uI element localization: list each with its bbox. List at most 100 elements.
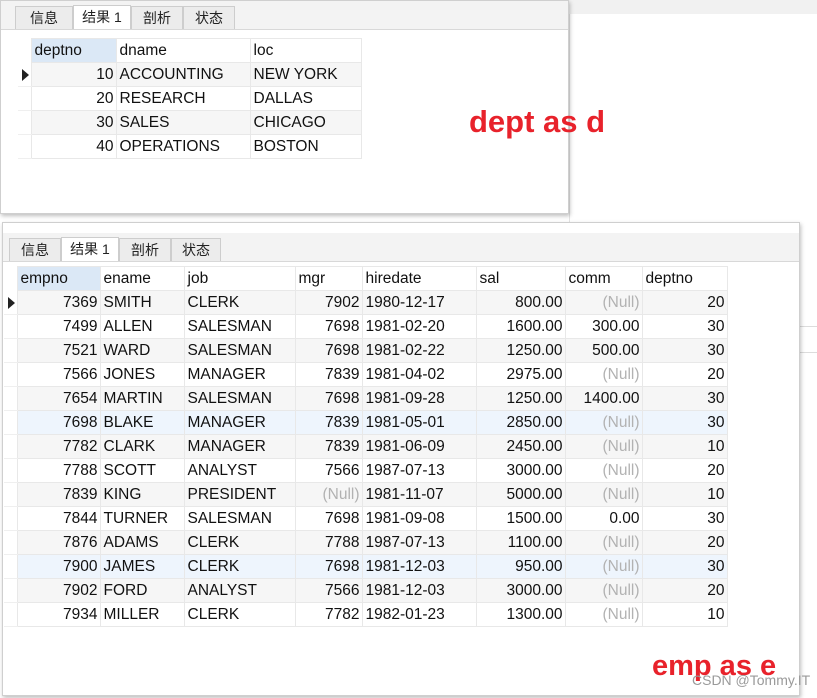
row-indicator[interactable] <box>4 482 18 507</box>
row-indicator[interactable] <box>4 386 18 411</box>
cell-mgr[interactable]: 7782 <box>294 602 363 627</box>
cell-empno[interactable]: 7521 <box>16 338 101 363</box>
cell-comm[interactable]: (Null) <box>564 458 643 483</box>
cell-mgr[interactable]: 7698 <box>294 314 363 339</box>
cell-job[interactable]: SALESMAN <box>183 386 296 411</box>
row-indicator[interactable] <box>4 338 18 363</box>
cell-empno[interactable]: 7788 <box>16 458 101 483</box>
column-header-dname[interactable]: dname <box>115 38 251 63</box>
cell-hiredate[interactable]: 1980-12-17 <box>361 290 477 315</box>
cell-mgr[interactable]: 7698 <box>294 386 363 411</box>
cell-sal[interactable]: 1250.00 <box>475 338 566 363</box>
table-row[interactable]: 7566 JONES MANAGER 7839 1981-04-02 2975.00 (Nu… <box>4 362 728 387</box>
cell-deptno[interactable]: 10 <box>641 602 728 627</box>
table-row[interactable]: 7876 ADAMS CLERK 7788 1987-07-13 1100.00 (Null… <box>4 530 728 555</box>
cell-dname[interactable]: OPERATIONS <box>115 134 251 159</box>
cell-deptno[interactable]: 30 <box>641 338 728 363</box>
cell-loc[interactable]: NEW YORK <box>249 62 362 87</box>
cell-ename[interactable]: JONES <box>99 362 185 387</box>
cell-empno[interactable]: 7782 <box>16 434 101 459</box>
row-indicator[interactable] <box>4 458 18 483</box>
cell-deptno[interactable]: 10 <box>30 62 117 87</box>
cell-sal[interactable]: 5000.00 <box>475 482 566 507</box>
row-indicator[interactable] <box>4 314 18 339</box>
cell-comm[interactable]: 300.00 <box>564 314 643 339</box>
cell-job[interactable]: SALESMAN <box>183 314 296 339</box>
cell-job[interactable]: MANAGER <box>183 362 296 387</box>
row-indicator[interactable] <box>18 86 32 111</box>
cell-empno[interactable]: 7902 <box>16 578 101 603</box>
cell-dname[interactable]: ACCOUNTING <box>115 62 251 87</box>
cell-deptno[interactable]: 30 <box>641 410 728 435</box>
cell-ename[interactable]: SMITH <box>99 290 185 315</box>
row-indicator[interactable] <box>4 290 18 315</box>
cell-sal[interactable]: 950.00 <box>475 554 566 579</box>
cell-deptno[interactable]: 20 <box>641 578 728 603</box>
table-row[interactable]: 30 SALES CHICAGO <box>18 110 362 135</box>
cell-hiredate[interactable]: 1987-07-13 <box>361 530 477 555</box>
cell-sal[interactable]: 2850.00 <box>475 410 566 435</box>
cell-empno[interactable]: 7499 <box>16 314 101 339</box>
cell-job[interactable]: SALESMAN <box>183 506 296 531</box>
cell-comm[interactable]: (Null) <box>564 554 643 579</box>
cell-empno[interactable]: 7934 <box>16 602 101 627</box>
cell-comm[interactable]: (Null) <box>564 602 643 627</box>
cell-job[interactable]: MANAGER <box>183 410 296 435</box>
cell-empno[interactable]: 7900 <box>16 554 101 579</box>
emp-data-grid[interactable]: empno ename job mgr hiredate sal comm de… <box>4 266 728 627</box>
cell-deptno[interactable]: 30 <box>641 386 728 411</box>
row-indicator[interactable] <box>4 602 18 627</box>
cell-job[interactable]: MANAGER <box>183 434 296 459</box>
cell-hiredate[interactable]: 1982-01-23 <box>361 602 477 627</box>
cell-sal[interactable]: 1600.00 <box>475 314 566 339</box>
cell-hiredate[interactable]: 1981-09-08 <box>361 506 477 531</box>
cell-comm[interactable]: (Null) <box>564 434 643 459</box>
cell-deptno[interactable]: 20 <box>641 290 728 315</box>
cell-mgr[interactable]: 7566 <box>294 458 363 483</box>
cell-comm[interactable]: (Null) <box>564 410 643 435</box>
cell-empno[interactable]: 7839 <box>16 482 101 507</box>
cell-hiredate[interactable]: 1981-04-02 <box>361 362 477 387</box>
table-row[interactable]: 7900 JAMES CLERK 7698 1981-12-03 950.00 (Null)… <box>4 554 728 579</box>
cell-deptno[interactable]: 30 <box>641 314 728 339</box>
cell-comm[interactable]: 500.00 <box>564 338 643 363</box>
row-indicator[interactable] <box>4 554 18 579</box>
column-header-comm[interactable]: comm <box>564 266 643 291</box>
table-row[interactable]: 7839 KING PRESIDENT (Null) 1981-11-07 5000.00… <box>4 482 728 507</box>
cell-sal[interactable]: 1100.00 <box>475 530 566 555</box>
cell-hiredate[interactable]: 1981-02-20 <box>361 314 477 339</box>
row-indicator[interactable] <box>4 506 18 531</box>
column-header-hiredate[interactable]: hiredate <box>361 266 477 291</box>
cell-mgr[interactable]: 7788 <box>294 530 363 555</box>
tab-result-1[interactable]: 结果 1 <box>73 5 131 29</box>
tab-info[interactable]: 信息 <box>9 238 61 261</box>
table-row[interactable]: 7902 FORD ANALYST 7566 1981-12-03 3000.00 (Nul… <box>4 578 728 603</box>
cell-empno[interactable]: 7876 <box>16 530 101 555</box>
cell-comm[interactable]: (Null) <box>564 578 643 603</box>
cell-deptno[interactable]: 10 <box>641 482 728 507</box>
cell-mgr[interactable]: 7566 <box>294 578 363 603</box>
tab-result-1[interactable]: 结果 1 <box>61 237 119 261</box>
table-row[interactable]: 7654 MARTIN SALESMAN 7698 1981-09-28 1250.00 1… <box>4 386 728 411</box>
column-header-deptno[interactable]: deptno <box>30 38 117 63</box>
cell-empno[interactable]: 7369 <box>16 290 101 315</box>
row-indicator[interactable] <box>4 530 18 555</box>
cell-empno[interactable]: 7844 <box>16 506 101 531</box>
cell-deptno[interactable]: 20 <box>641 362 728 387</box>
cell-deptno[interactable]: 20 <box>641 458 728 483</box>
table-row[interactable]: 7369 SMITH CLERK 7902 1980-12-17 800.00 (Null)… <box>4 290 728 315</box>
cell-job[interactable]: CLERK <box>183 530 296 555</box>
cell-loc[interactable]: BOSTON <box>249 134 362 159</box>
cell-ename[interactable]: TURNER <box>99 506 185 531</box>
cell-comm[interactable]: (Null) <box>564 530 643 555</box>
cell-sal[interactable]: 1250.00 <box>475 386 566 411</box>
column-header-ename[interactable]: ename <box>99 266 185 291</box>
row-indicator[interactable] <box>4 410 18 435</box>
cell-hiredate[interactable]: 1981-12-03 <box>361 578 477 603</box>
column-header-mgr[interactable]: mgr <box>294 266 363 291</box>
cell-hiredate[interactable]: 1981-09-28 <box>361 386 477 411</box>
cell-mgr[interactable]: 7698 <box>294 338 363 363</box>
column-header-sal[interactable]: sal <box>475 266 566 291</box>
table-row[interactable]: 7782 CLARK MANAGER 7839 1981-06-09 2450.00 (Nu… <box>4 434 728 459</box>
cell-sal[interactable]: 1500.00 <box>475 506 566 531</box>
